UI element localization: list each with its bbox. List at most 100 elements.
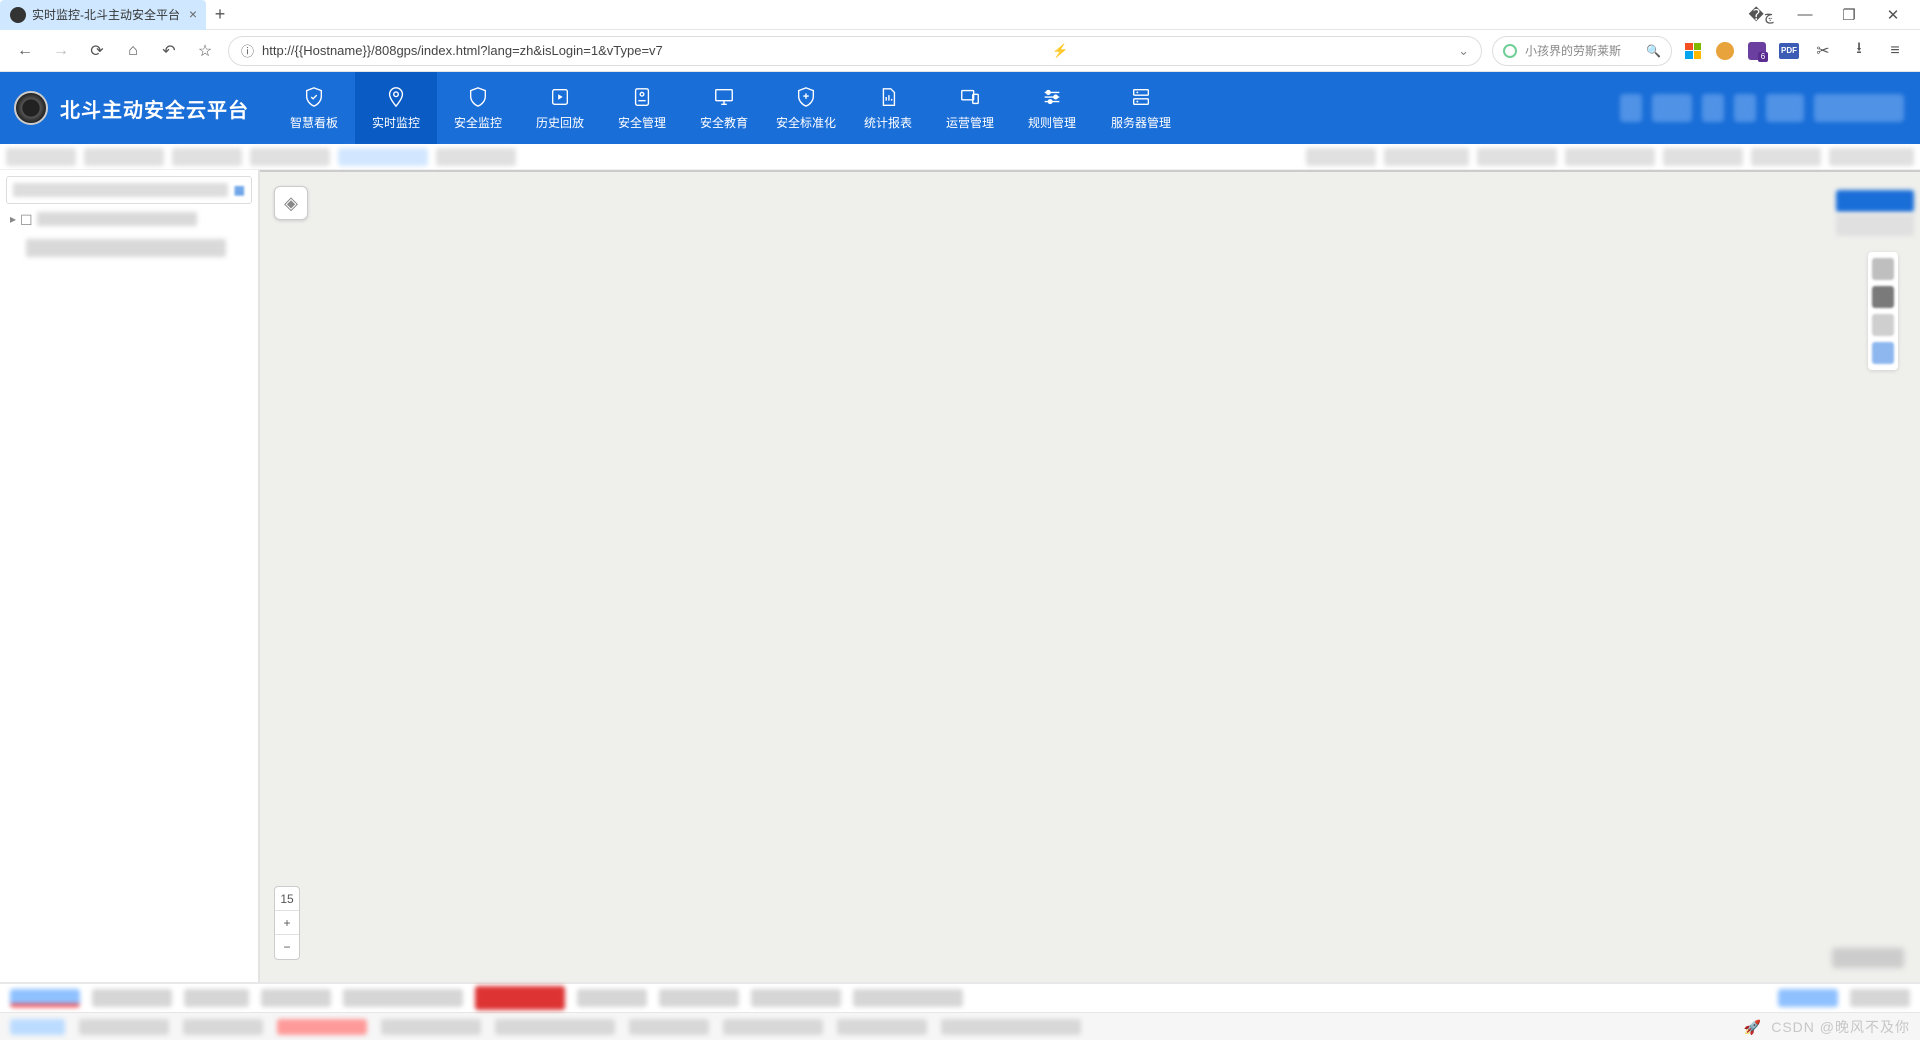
window-controls: �چ — ❐ ✕ xyxy=(1734,6,1920,24)
layer-btn-redacted[interactable] xyxy=(1872,342,1894,364)
layer-btn-redacted[interactable] xyxy=(1872,314,1894,336)
nav-safety[interactable]: 安全监控 xyxy=(437,72,519,144)
nav-favorite-icon[interactable]: ☆ xyxy=(192,38,218,64)
url-field[interactable]: ⓘ http://{{Hostname}}/808gps/index.html?… xyxy=(228,36,1482,66)
header-item-redacted[interactable] xyxy=(1620,94,1642,122)
nav-server[interactable]: 服务器管理 xyxy=(1093,72,1189,144)
bottom-tab-redacted[interactable] xyxy=(751,989,841,1007)
bottom-tab-active-redacted[interactable] xyxy=(10,989,80,1007)
subbar-item-redacted[interactable] xyxy=(6,148,76,166)
header-item-redacted[interactable] xyxy=(1652,94,1692,122)
header-item-redacted[interactable] xyxy=(1766,94,1804,122)
layer-btn-redacted[interactable] xyxy=(1872,286,1894,308)
search-icon[interactable]: 🔍 xyxy=(1646,44,1661,58)
bottom-tab-redacted[interactable] xyxy=(92,989,172,1007)
bottom-action-redacted[interactable] xyxy=(1778,989,1838,1007)
header-item-redacted[interactable] xyxy=(1702,94,1724,122)
subbar-item-redacted[interactable] xyxy=(1477,148,1557,166)
window-close-icon[interactable]: ✕ xyxy=(1878,6,1908,24)
subbar-item-active-redacted[interactable] xyxy=(338,148,428,166)
zoom-in-button[interactable]: + xyxy=(275,911,299,935)
browser-tab[interactable]: 实时监控-北斗主动安全平台 × xyxy=(0,0,206,30)
bottom-tab-redacted[interactable] xyxy=(853,989,963,1007)
app-brand: 北斗主动安全云平台 xyxy=(0,72,273,144)
ext-cut-icon[interactable]: ✂ xyxy=(1810,38,1836,64)
nav-label: 安全监控 xyxy=(454,114,502,131)
tab-close-icon[interactable]: × xyxy=(186,7,200,21)
search-placeholder: 小孩界的劳斯莱斯 xyxy=(1525,42,1621,59)
subbar-item-redacted[interactable] xyxy=(1565,148,1655,166)
nav-home-icon[interactable]: ⌂ xyxy=(120,38,146,64)
ext-microsoft-icon[interactable] xyxy=(1682,40,1704,62)
nav-safemgr[interactable]: 安全管理 xyxy=(601,72,683,144)
header-user-redacted[interactable] xyxy=(1814,94,1904,122)
nav-safestd[interactable]: 安全标准化 xyxy=(765,72,847,144)
status-item-redacted xyxy=(941,1019,1081,1035)
map-layers-panel xyxy=(1868,252,1898,370)
header-item-redacted[interactable] xyxy=(1734,94,1756,122)
subbar-item-redacted[interactable] xyxy=(250,148,330,166)
bottom-action-redacted[interactable] xyxy=(1850,989,1910,1007)
extensions-icon[interactable]: �چ xyxy=(1746,6,1776,24)
url-dropdown-icon[interactable]: ⌄ xyxy=(1458,43,1469,59)
new-tab-button[interactable]: + xyxy=(206,4,234,25)
tree-toggle-icon[interactable]: ▸ xyxy=(10,212,16,226)
ext-pdf-icon[interactable]: PDF xyxy=(1778,40,1800,62)
bottom-tab-redacted[interactable] xyxy=(343,989,463,1007)
ext-cookie-icon[interactable] xyxy=(1714,40,1736,62)
window-maximize-icon[interactable]: ❐ xyxy=(1834,6,1864,24)
app-logo-icon xyxy=(14,91,48,125)
search-go-icon[interactable]: ▦ xyxy=(234,183,245,197)
layer-btn-redacted[interactable] xyxy=(1872,258,1894,280)
browser-menu-icon[interactable]: ≡ xyxy=(1882,38,1908,64)
site-info-icon[interactable]: ⓘ xyxy=(241,41,254,60)
subbar-item-redacted[interactable] xyxy=(1663,148,1743,166)
browser-search-field[interactable]: 小孩界的劳斯莱斯 🔍 xyxy=(1492,36,1672,66)
tab-favicon xyxy=(10,7,26,23)
bottom-tab-redacted[interactable] xyxy=(577,989,647,1007)
nav-ops[interactable]: 运营管理 xyxy=(929,72,1011,144)
map-layer-toggle-icon[interactable]: ◈ xyxy=(274,186,308,220)
nav-back-icon[interactable]: ← xyxy=(12,38,38,64)
subbar-item-redacted[interactable] xyxy=(436,148,516,166)
subbar-item-redacted[interactable] xyxy=(1829,148,1914,166)
nav-stats[interactable]: 统计报表 xyxy=(847,72,929,144)
nav-rules[interactable]: 规则管理 xyxy=(1011,72,1093,144)
url-ai-icon[interactable]: ⚡ xyxy=(1052,43,1068,59)
ext-download-icon[interactable]: ⭳ xyxy=(1846,38,1872,64)
nav-live[interactable]: 实时监控 xyxy=(355,72,437,144)
map-type-option-redacted[interactable] xyxy=(1836,190,1914,212)
map-type-option-redacted[interactable] xyxy=(1836,214,1914,236)
sliders-icon xyxy=(1041,86,1063,108)
bottom-tab-redacted[interactable] xyxy=(261,989,331,1007)
nav-label: 安全教育 xyxy=(700,114,748,131)
bottom-tab-redacted[interactable] xyxy=(184,989,249,1007)
window-minimize-icon[interactable]: — xyxy=(1790,6,1820,24)
nav-history[interactable]: 历史回放 xyxy=(519,72,601,144)
subbar-item-redacted[interactable] xyxy=(1306,148,1376,166)
nav-forward-icon[interactable]: → xyxy=(48,38,74,64)
shield-icon xyxy=(467,86,489,108)
search-text-redacted xyxy=(13,183,228,197)
nav-undo-icon[interactable]: ↶ xyxy=(156,38,182,64)
nav-dashboard[interactable]: 智慧看板 xyxy=(273,72,355,144)
nav-label: 统计报表 xyxy=(864,114,912,131)
nav-safeedu[interactable]: 安全教育 xyxy=(683,72,765,144)
map-canvas[interactable]: ◈ 15 + − xyxy=(260,170,1920,982)
zoom-out-button[interactable]: − xyxy=(275,935,299,959)
vehicle-search-input[interactable]: ▦ xyxy=(6,176,252,204)
tree-child-redacted[interactable] xyxy=(6,237,252,259)
bottom-tab-alert-redacted[interactable] xyxy=(475,986,565,1010)
status-item-redacted xyxy=(79,1019,169,1035)
nav-refresh-icon[interactable]: ⟳ xyxy=(84,38,110,64)
ext-purple-icon[interactable] xyxy=(1746,40,1768,62)
subbar-item-redacted[interactable] xyxy=(1751,148,1821,166)
bottom-tab-redacted[interactable] xyxy=(659,989,739,1007)
nav-label: 安全管理 xyxy=(618,114,666,131)
subbar-item-redacted[interactable] xyxy=(84,148,164,166)
nav-label: 安全标准化 xyxy=(776,114,836,131)
location-pin-icon xyxy=(385,86,407,108)
subbar-item-redacted[interactable] xyxy=(172,148,242,166)
tree-root-redacted[interactable]: ▸ ☐ xyxy=(6,210,252,231)
subbar-item-redacted[interactable] xyxy=(1384,148,1469,166)
